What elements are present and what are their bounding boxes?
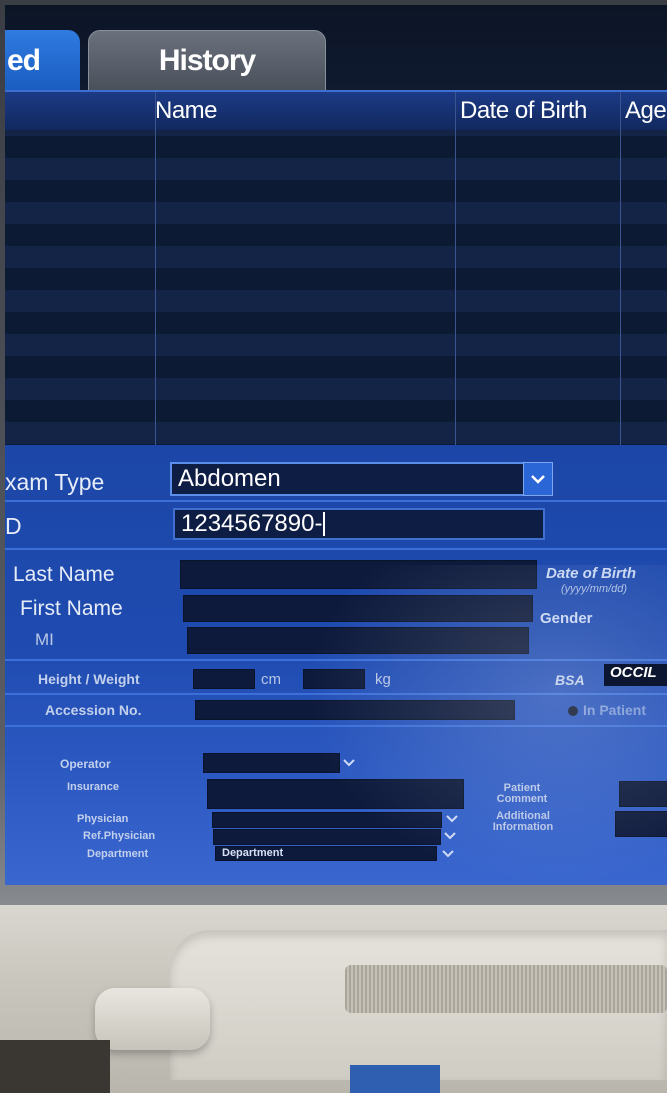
column-divider [155,92,156,447]
patient-list[interactable]: Name Date of Birth Age [5,90,667,447]
tab-history[interactable]: History [88,30,326,92]
exam-type-dropdown-button[interactable] [523,462,553,496]
last-name-label: Last Name [13,563,115,586]
department-label: Department [87,848,149,860]
height-unit: cm [261,671,281,688]
list-header: Name Date of Birth Age [5,92,667,130]
bsa-label: BSA [555,672,585,688]
exam-type-value: Abdomen [178,465,281,492]
date-of-birth-label: Date of Birth [546,565,636,582]
column-divider [620,92,621,447]
mi-label: MI [35,630,54,649]
exam-type-select[interactable]: Abdomen [170,462,525,496]
column-name[interactable]: Name [155,97,218,125]
operator-select[interactable] [203,753,340,773]
column-divider [455,92,456,447]
row-divider [5,693,667,695]
row-divider [5,548,667,550]
chevron-down-icon [531,475,545,484]
chevron-down-icon[interactable] [443,831,457,841]
department-select[interactable]: Department [215,846,437,861]
blue-panel [350,1065,440,1093]
patient-form: xam Type Abdomen D 1234567890- Last Name… [5,445,667,885]
column-date-of-birth[interactable]: Date of Birth [460,97,587,125]
id-label: D [5,513,22,539]
weight-input[interactable] [303,669,365,689]
mi-input[interactable] [187,627,529,654]
text-cursor [323,512,326,536]
insurance-input[interactable] [207,779,464,809]
first-name-input[interactable] [183,595,533,622]
floor [0,1040,110,1093]
in-patient-radio[interactable] [568,706,578,716]
row-divider [5,500,667,502]
console-knob [95,988,210,1050]
tab-bar: ed History [5,5,667,92]
ref-physician-select[interactable] [213,829,441,845]
last-name-input[interactable] [180,560,537,589]
id-value: 1234567890- [181,510,323,537]
column-age[interactable]: Age [625,97,667,125]
bsa-value: OCCIL [604,664,667,686]
in-patient-label: In Patient [583,702,647,718]
chevron-down-icon[interactable] [445,814,459,824]
additional-information-input[interactable] [615,811,667,837]
accession-input[interactable] [195,700,515,720]
physician-label: Physician [77,813,129,825]
height-weight-label: Height / Weight [38,671,140,687]
date-of-birth-format: (yyyy/mm/dd) [561,583,627,595]
speaker-grille [345,965,667,1013]
row-divider [5,659,667,661]
ref-physician-label: Ref.Physician [83,830,156,842]
physician-select[interactable] [212,812,442,828]
ultrasound-screen: ed History Name Date of Birth Age xam Ty… [5,5,667,885]
height-input[interactable] [193,669,255,689]
tab-active[interactable]: ed [5,30,80,92]
additional-information-label: Additional Information [492,810,554,833]
operator-label: Operator [60,757,111,771]
patient-comment-input[interactable] [619,781,667,807]
id-input[interactable]: 1234567890- [173,508,545,540]
exam-type-label: xam Type [5,469,105,495]
insurance-label: Insurance [67,781,119,793]
chevron-down-icon[interactable] [342,758,356,768]
gender-label: Gender [540,610,593,627]
patient-comment-label: Patient Comment [496,782,548,805]
accession-label: Accession No. [45,702,142,718]
first-name-label: First Name [20,597,123,620]
row-divider [5,725,667,727]
chevron-down-icon[interactable] [441,849,455,859]
weight-unit: kg [375,671,391,688]
